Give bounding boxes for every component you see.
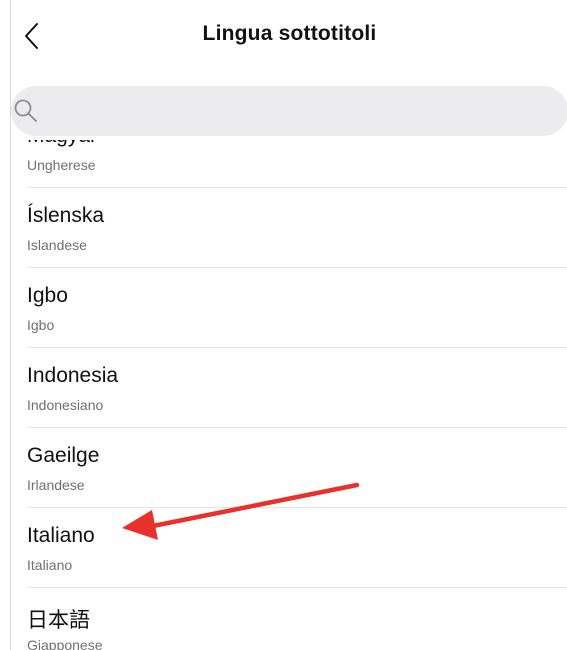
language-subtitle: Islandese	[27, 237, 87, 253]
language-name: Gaeilge	[27, 444, 100, 467]
list-item[interactable]: Gaeilge Irlandese	[27, 428, 567, 508]
page-title: Lingua sottotitoli	[202, 22, 377, 45]
list-item[interactable]: 日本語 Giapponese	[27, 588, 567, 650]
list-item[interactable]: Indonesia Indonesiano	[27, 348, 567, 428]
language-list-content: MagyarUnghereseÍslenskaIslandeseIgboIgbo…	[11, 140, 567, 650]
language-name: 日本語	[27, 609, 90, 632]
language-name: Igbo	[27, 284, 68, 307]
language-name: Indonesia	[27, 364, 119, 387]
search-icon	[13, 97, 41, 125]
language-name: Magyar	[27, 140, 97, 148]
search-bar[interactable]	[11, 86, 567, 136]
list-item[interactable]: Magyar Ungherese	[27, 140, 567, 188]
list-item[interactable]: Igbo Igbo	[27, 268, 567, 348]
language-subtitle: Indonesiano	[27, 397, 104, 413]
language-subtitle: Irlandese	[27, 477, 85, 493]
search-input[interactable]	[41, 90, 567, 132]
language-subtitle: Giapponese	[27, 637, 103, 650]
language-name: Íslenska	[27, 204, 105, 227]
language-subtitle: Ungherese	[27, 157, 96, 173]
screen: Lingua sottotitoli Magyar Ungherese Íslens…	[10, 0, 567, 650]
list-item[interactable]: Italiano Italiano	[27, 508, 567, 588]
language-name: Italiano	[27, 524, 95, 547]
navigation-bar: Lingua sottotitoli	[11, 0, 567, 70]
list-item[interactable]: Íslenska Islandese	[27, 188, 567, 268]
language-subtitle: Igbo	[27, 317, 55, 333]
language-subtitle: Italiano	[27, 557, 73, 573]
language-list[interactable]: MagyarUnghereseÍslenskaIslandeseIgboIgbo…	[11, 140, 567, 650]
